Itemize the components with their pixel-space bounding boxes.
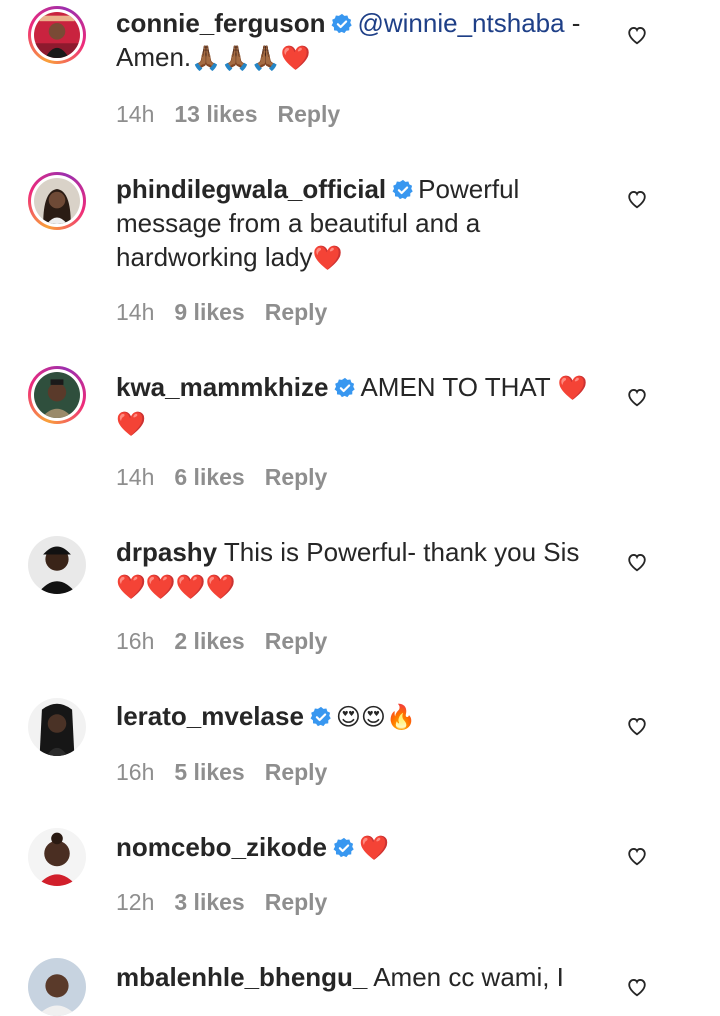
likes-count[interactable]: 13 likes [174, 101, 257, 127]
comment-text: Amen cc wami, I [373, 962, 564, 992]
heart-outline-icon[interactable] [626, 976, 648, 998]
timestamp: 16h [116, 628, 155, 654]
verified-badge-icon [392, 179, 414, 201]
avatar[interactable] [28, 172, 86, 230]
emoji-text: ❤️ [358, 835, 389, 862]
comment-text: AMEN TO THAT [360, 372, 551, 402]
comment-body: kwa_mammkhize AMEN TO THAT ❤️❤️ [116, 370, 596, 442]
avatar[interactable] [28, 366, 86, 424]
comment-body: nomcebo_zikode ❤️ [116, 830, 596, 866]
username[interactable]: kwa_mammkhize [116, 372, 328, 402]
heart-outline-icon[interactable] [626, 845, 648, 867]
comment-body: phindilegwala_official Powerful message f… [116, 172, 596, 276]
comment-text: This is Powerful- thank you Sis [223, 537, 580, 567]
heart-outline-icon[interactable] [626, 386, 648, 408]
comment-meta: 14h 6 likes Reply [116, 464, 347, 491]
timestamp: 12h [116, 889, 155, 915]
comment-text: - [564, 8, 581, 38]
timestamp: 14h [116, 101, 155, 127]
verified-badge-icon [310, 706, 332, 728]
comment-body: mbalenhle_bhengu_ Amen cc wami, I [116, 960, 596, 994]
comment-text: Amen. [116, 42, 192, 72]
heart-outline-icon[interactable] [626, 551, 648, 573]
heart-outline-icon[interactable] [626, 715, 648, 737]
username[interactable]: lerato_mvelase [116, 701, 304, 731]
avatar[interactable] [28, 828, 86, 886]
likes-count[interactable]: 6 likes [174, 464, 244, 490]
reply-button[interactable]: Reply [278, 101, 341, 127]
comment-meta: 14h 9 likes Reply [116, 299, 347, 326]
emoji-text: 😍😍🔥 [335, 704, 416, 731]
comment-body: connie_ferguson @winnie_ntshaba - Amen.🙏🏾… [116, 6, 596, 76]
emoji-text: ❤️❤️❤️❤️ [116, 574, 236, 601]
avatar[interactable] [28, 698, 86, 756]
timestamp: 14h [116, 299, 155, 325]
comment-meta: 14h 13 likes Reply [116, 101, 360, 128]
heart-outline-icon[interactable] [626, 24, 648, 46]
timestamp: 16h [116, 759, 155, 785]
likes-count[interactable]: 5 likes [174, 759, 244, 785]
verified-badge-icon [334, 377, 356, 399]
timestamp: 14h [116, 464, 155, 490]
comment-meta: 16h 2 likes Reply [116, 628, 347, 655]
emoji-text: ❤️ [312, 245, 343, 272]
username[interactable]: mbalenhle_bhengu_ [116, 962, 367, 992]
username[interactable]: connie_ferguson [116, 8, 325, 38]
comment-body: drpashy This is Powerful- thank you Sis … [116, 535, 596, 605]
likes-count[interactable]: 9 likes [174, 299, 244, 325]
emoji-text: 🙏🏾🙏🏾🙏🏾❤️ [191, 45, 311, 72]
username[interactable]: nomcebo_zikode [116, 832, 327, 862]
comment-body: lerato_mvelase 😍😍🔥 [116, 699, 596, 735]
avatar[interactable] [28, 536, 86, 594]
avatar[interactable] [28, 958, 86, 1016]
username[interactable]: phindilegwala_official [116, 174, 386, 204]
heart-outline-icon[interactable] [626, 188, 648, 210]
reply-button[interactable]: Reply [265, 299, 328, 325]
reply-button[interactable]: Reply [265, 889, 328, 915]
username[interactable]: drpashy [116, 537, 217, 567]
reply-button[interactable]: Reply [265, 759, 328, 785]
verified-badge-icon [331, 13, 353, 35]
likes-count[interactable]: 3 likes [174, 889, 244, 915]
verified-badge-icon [333, 837, 355, 859]
reply-button[interactable]: Reply [265, 464, 328, 490]
mention-link[interactable]: @winnie_ntshaba [357, 8, 564, 38]
likes-count[interactable]: 2 likes [174, 628, 244, 654]
reply-button[interactable]: Reply [265, 628, 328, 654]
comment-meta: 12h 3 likes Reply [116, 889, 347, 916]
comment-meta: 16h 5 likes Reply [116, 759, 347, 786]
avatar[interactable] [28, 6, 86, 64]
